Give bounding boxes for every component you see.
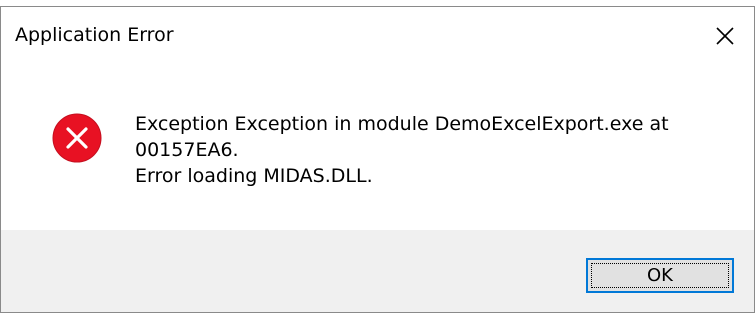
dialog-content: Exception Exception in module DemoExcelE… — [1, 65, 754, 230]
error-message-line: Exception Exception in module DemoExcelE… — [135, 113, 669, 135]
error-message-line: Error loading MIDAS.DLL. — [135, 165, 373, 187]
error-message: Exception Exception in module DemoExcelE… — [135, 111, 669, 189]
ok-button-label: OK — [647, 265, 673, 286]
ok-button[interactable]: OK — [586, 258, 734, 293]
error-message-line: 00157EA6. — [135, 139, 239, 161]
dialog-titlebar: Application Error — [1, 7, 754, 65]
error-icon — [52, 113, 102, 163]
application-error-dialog: Application Error Exception Exception in… — [0, 6, 755, 313]
dialog-footer: OK — [1, 230, 754, 312]
close-button[interactable] — [696, 7, 754, 65]
close-icon — [716, 27, 734, 45]
dialog-title: Application Error — [15, 24, 174, 46]
